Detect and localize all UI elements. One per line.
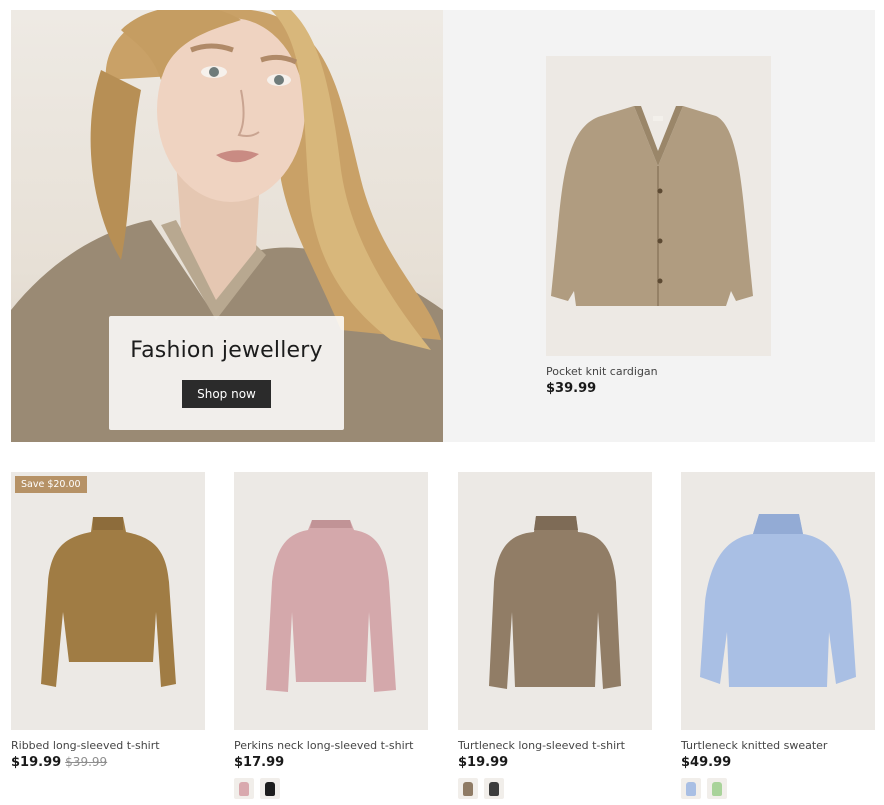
product-name[interactable]: Turtleneck knitted sweater [681, 739, 875, 752]
shop-now-button[interactable]: Shop now [182, 380, 271, 408]
old-price: $39.99 [65, 755, 108, 769]
perkins-tshirt-image [266, 520, 396, 692]
product-price: $17.99 [234, 755, 285, 770]
product-image[interactable] [234, 472, 428, 730]
turtleneck-tshirt-image [489, 516, 621, 689]
color-swatch-brown[interactable] [458, 778, 478, 799]
product-price: $19.99 [458, 755, 509, 770]
product-name[interactable]: Turtleneck long-sleeved t-shirt [458, 739, 652, 752]
color-swatch-charcoal[interactable] [484, 778, 504, 799]
product-name[interactable]: Ribbed long-sleeved t-shirt [11, 739, 205, 752]
featured-product-price: $39.99 [546, 381, 597, 396]
current-price: $19.99 [11, 755, 62, 770]
featured-product-name[interactable]: Pocket knit cardigan [546, 365, 658, 378]
save-badge: Save $20.00 [15, 476, 87, 493]
cardigan-image [551, 106, 753, 306]
product-price: $19.99 $39.99 [11, 755, 205, 770]
color-swatches [681, 778, 875, 799]
product-image[interactable]: Save $20.00 [11, 472, 205, 730]
hero-banner[interactable]: Fashion jewellery Shop now [11, 10, 443, 442]
hero-title: Fashion jewellery [130, 338, 323, 363]
featured-product-image[interactable] [546, 56, 771, 356]
color-swatch-black[interactable] [260, 778, 280, 799]
knitted-sweater-image [700, 514, 856, 687]
color-swatches [458, 778, 652, 799]
color-swatches [234, 778, 428, 799]
hero-promo-card: Fashion jewellery Shop now [109, 316, 344, 430]
color-swatch-pink[interactable] [234, 778, 254, 799]
color-swatch-green[interactable] [707, 778, 727, 799]
featured-product[interactable]: Pocket knit cardigan $39.99 [443, 10, 875, 442]
product-name[interactable]: Perkins neck long-sleeved t-shirt [234, 739, 428, 752]
product-card[interactable]: Turtleneck long-sleeved t-shirt $19.99 [458, 472, 652, 799]
product-card[interactable]: Turtleneck knitted sweater $49.99 [681, 472, 875, 799]
product-price: $49.99 [681, 755, 732, 770]
color-swatch-blue[interactable] [681, 778, 701, 799]
product-image[interactable] [681, 472, 875, 730]
product-image[interactable] [458, 472, 652, 730]
product-card[interactable]: Save $20.00 Ribbed long-sleeved t-shirt … [11, 472, 205, 770]
ribbed-tshirt-image [41, 517, 176, 687]
product-card[interactable]: Perkins neck long-sleeved t-shirt $17.99 [234, 472, 428, 799]
